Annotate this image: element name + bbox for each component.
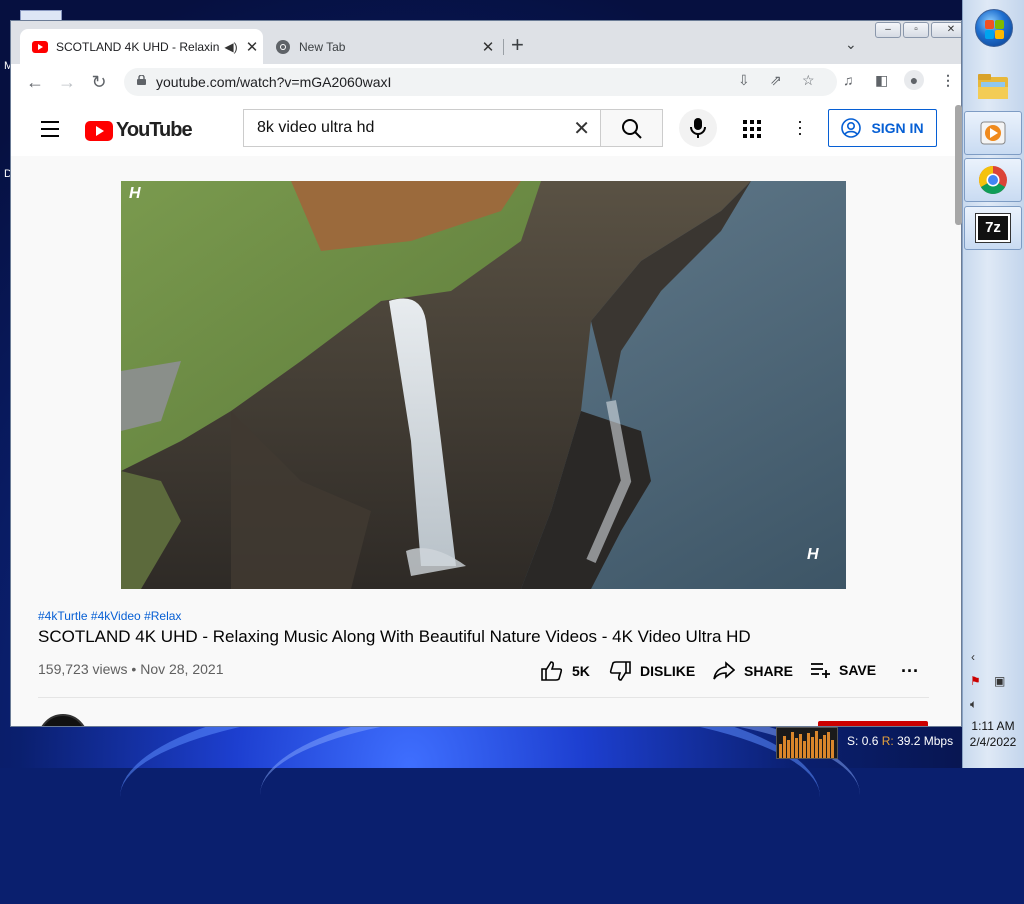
divider	[38, 697, 929, 698]
taskbar-7zip-button[interactable]: 7z	[964, 206, 1022, 250]
view-count: 159,723 views	[38, 661, 128, 677]
sign-in-label: SIGN IN	[871, 120, 924, 136]
like-button[interactable]: 5K	[541, 661, 590, 681]
youtube-logo[interactable]: YouTube	[85, 119, 193, 142]
wallpaper-swirl	[260, 700, 860, 890]
taskbar-clock[interactable]: 1:11 AM 2/4/2022	[964, 718, 1022, 750]
tab-search-chevron-icon[interactable]: ⌄	[845, 36, 857, 53]
bookmark-star-icon[interactable]: ☆	[802, 72, 815, 89]
share-page-icon[interactable]: ⇗	[770, 72, 782, 89]
media-control-icon[interactable]: ♫	[843, 72, 854, 88]
youtube-page: YouTube 8k video ultra hd ✕ · · · SIGN IN	[11, 100, 961, 726]
video-metadata: 159,723 views • Nov 28, 2021	[38, 661, 224, 677]
tab-separator	[503, 39, 504, 55]
network-icon[interactable]: ▣	[994, 674, 1005, 688]
tab-strip: SCOTLAND 4K UHD - Relaxin ◀︎) ✕ New Tab …	[11, 21, 961, 64]
share-label: SHARE	[744, 663, 794, 679]
video-hashtags[interactable]: #4kTurtle #4kVideo #Relax	[38, 609, 181, 623]
dislike-label: DISLIKE	[640, 663, 696, 679]
video-frame-waterfall-scene	[121, 181, 846, 589]
channel-avatar[interactable]	[38, 714, 88, 726]
volume-icon[interactable]: 🔈︎	[970, 697, 977, 712]
browser-toolbar: ← → ↻ youtube.com/watch?v=mGA2060waxI ⇩ …	[11, 64, 961, 100]
reload-button[interactable]: ↻	[85, 68, 113, 96]
video-player[interactable]: H H	[121, 181, 846, 589]
apps-grid-icon[interactable]	[743, 120, 761, 138]
address-bar[interactable]: youtube.com/watch?v=mGA2060waxI ⇩ ⇗ ☆	[124, 68, 837, 96]
taskbar-media-player-button[interactable]	[964, 111, 1022, 155]
forward-button[interactable]: →	[53, 68, 81, 96]
minimize-button[interactable]: –	[875, 22, 901, 38]
new-tab-button[interactable]: +	[511, 34, 524, 56]
taskbar-explorer-button[interactable]	[964, 64, 1022, 108]
taskbar-chrome-button[interactable]	[964, 158, 1022, 202]
chrome-icon	[979, 166, 1007, 194]
close-tab-icon[interactable]: ✕	[477, 38, 499, 56]
more-actions-icon[interactable]: ···	[901, 661, 919, 682]
media-player-icon	[980, 121, 1006, 145]
start-button[interactable]	[975, 9, 1013, 47]
tray-expand-icon[interactable]: ‹	[971, 650, 975, 664]
microphone-icon	[690, 118, 706, 138]
network-meter-graph	[776, 727, 838, 759]
7zip-icon: 7z	[975, 213, 1011, 243]
tab-new-tab[interactable]: New Tab ✕	[263, 29, 499, 64]
maximize-button[interactable]: ▫	[903, 22, 929, 38]
watermark-logo: H	[807, 546, 819, 563]
install-app-icon[interactable]: ⇩	[738, 72, 750, 89]
profile-avatar-icon[interactable]: ●	[904, 70, 924, 90]
folder-icon	[978, 74, 1008, 99]
chrome-window: SCOTLAND 4K UHD - Relaxin ◀︎) ✕ New Tab …	[10, 20, 962, 727]
window-controls: – ▫ ✕	[873, 22, 961, 38]
search-button[interactable]	[600, 109, 663, 147]
lock-icon	[137, 75, 146, 85]
speaker-icon[interactable]: ◀︎)	[221, 40, 241, 54]
settings-menu-icon[interactable]: · · ·	[797, 112, 803, 142]
add-to-playlist-icon	[811, 663, 830, 678]
save-label: SAVE	[839, 662, 877, 678]
publish-date: Nov 28, 2021	[140, 661, 224, 677]
search-input[interactable]: 8k video ultra hd ✕	[243, 109, 600, 147]
tab-title: New Tab	[299, 39, 346, 54]
back-button[interactable]: ←	[21, 68, 49, 96]
save-button[interactable]: SAVE	[810, 661, 876, 679]
subscribe-button[interactable]	[818, 721, 928, 726]
page-scrollbar-thumb[interactable]	[955, 105, 962, 225]
watermark-logo: H	[129, 185, 141, 202]
side-panel-icon[interactable]: ◧	[875, 72, 888, 89]
tab-title: SCOTLAND 4K UHD - Relaxin	[56, 39, 220, 54]
share-button[interactable]: SHARE	[713, 661, 793, 681]
account-icon	[841, 118, 862, 138]
dislike-button[interactable]: DISLIKE	[609, 661, 695, 681]
clock-time: 1:11 AM	[971, 719, 1015, 733]
chrome-menu-icon[interactable]: ⋮	[941, 72, 955, 89]
search-query: 8k video ultra hd	[257, 119, 375, 136]
tab-youtube[interactable]: SCOTLAND 4K UHD - Relaxin ◀︎) ✕	[20, 29, 263, 64]
video-title: SCOTLAND 4K UHD - Relaxing Music Along W…	[38, 627, 751, 646]
youtube-icon	[32, 40, 48, 53]
youtube-header: YouTube 8k video ultra hd ✕ · · · SIGN IN	[11, 100, 961, 156]
close-window-button[interactable]: ✕	[931, 22, 961, 38]
like-count: 5K	[572, 663, 590, 679]
sign-in-button[interactable]: SIGN IN	[828, 109, 937, 147]
url-text: youtube.com/watch?v=mGA2060waxI	[156, 74, 392, 90]
network-speed: S: 0.6 R: 39.2 Mbps	[847, 734, 954, 748]
action-center-flag-icon[interactable]: ⚑	[970, 674, 981, 688]
youtube-wordmark: YouTube	[116, 119, 193, 141]
hamburger-menu-icon[interactable]	[41, 121, 59, 142]
chrome-icon	[276, 39, 290, 54]
clear-search-icon[interactable]: ✕	[573, 116, 590, 141]
voice-search-button[interactable]	[679, 109, 717, 147]
thumbs-down-icon	[609, 661, 631, 681]
share-arrow-icon	[713, 661, 735, 680]
search-icon	[622, 119, 642, 139]
youtube-play-icon	[85, 120, 113, 141]
close-tab-icon[interactable]: ✕	[241, 38, 263, 56]
meta-separator: •	[131, 661, 137, 677]
clock-date: 2/4/2022	[969, 735, 1017, 749]
thumbs-up-icon	[541, 661, 563, 681]
